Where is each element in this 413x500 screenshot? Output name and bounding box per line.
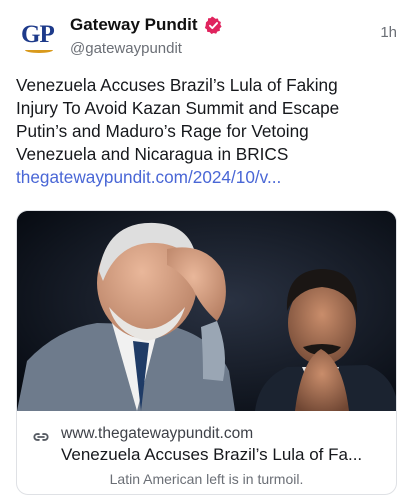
post-text-line: Putin’s and Maduro’s Rage for Vetoing — [16, 121, 309, 141]
card-description: Latin American left is in turmoil. — [109, 471, 304, 487]
news-photo-illustration — [17, 211, 396, 411]
news-photo-image[interactable] — [17, 211, 396, 411]
post-text: Venezuela Accuses Brazil’s Lula of Fakin… — [16, 74, 400, 189]
logo-swoosh — [25, 47, 53, 53]
avatar-text: GP — [21, 21, 55, 48]
author-info: Gateway Pundit @gatewaypundit — [70, 14, 223, 57]
display-name-row: Gateway Pundit — [70, 14, 223, 36]
timestamp[interactable]: 1h — [380, 24, 397, 41]
display-name[interactable]: Gateway Pundit — [70, 15, 198, 35]
verified-badge-icon — [204, 15, 222, 34]
handle[interactable]: @gatewaypundit — [70, 40, 223, 57]
post-header: GP Gateway Pundit @gatewaypundit 1h — [16, 10, 397, 62]
gateway-pundit-logo: GP — [19, 19, 59, 55]
link-card-meta: www.thegatewaypundit.com Venezuela Accus… — [17, 411, 396, 494]
post-text-line: Venezuela and Nicaragua in BRICS — [16, 144, 289, 164]
post-text-line: Injury To Avoid Kazan Summit and Escape — [16, 98, 340, 118]
card-domain[interactable]: www.thegatewaypundit.com — [61, 425, 253, 443]
avatar[interactable]: GP — [16, 14, 62, 60]
card-title[interactable]: Venezuela Accuses Brazil’s Lula of Fa... — [61, 445, 386, 465]
post-link[interactable]: thegatewaypundit.com/2024/10/v... — [16, 166, 400, 189]
link-icon — [33, 433, 49, 441]
link-card[interactable]: www.thegatewaypundit.com Venezuela Accus… — [16, 210, 397, 495]
post-text-line: Venezuela Accuses Brazil’s Lula of Fakin… — [16, 75, 338, 95]
